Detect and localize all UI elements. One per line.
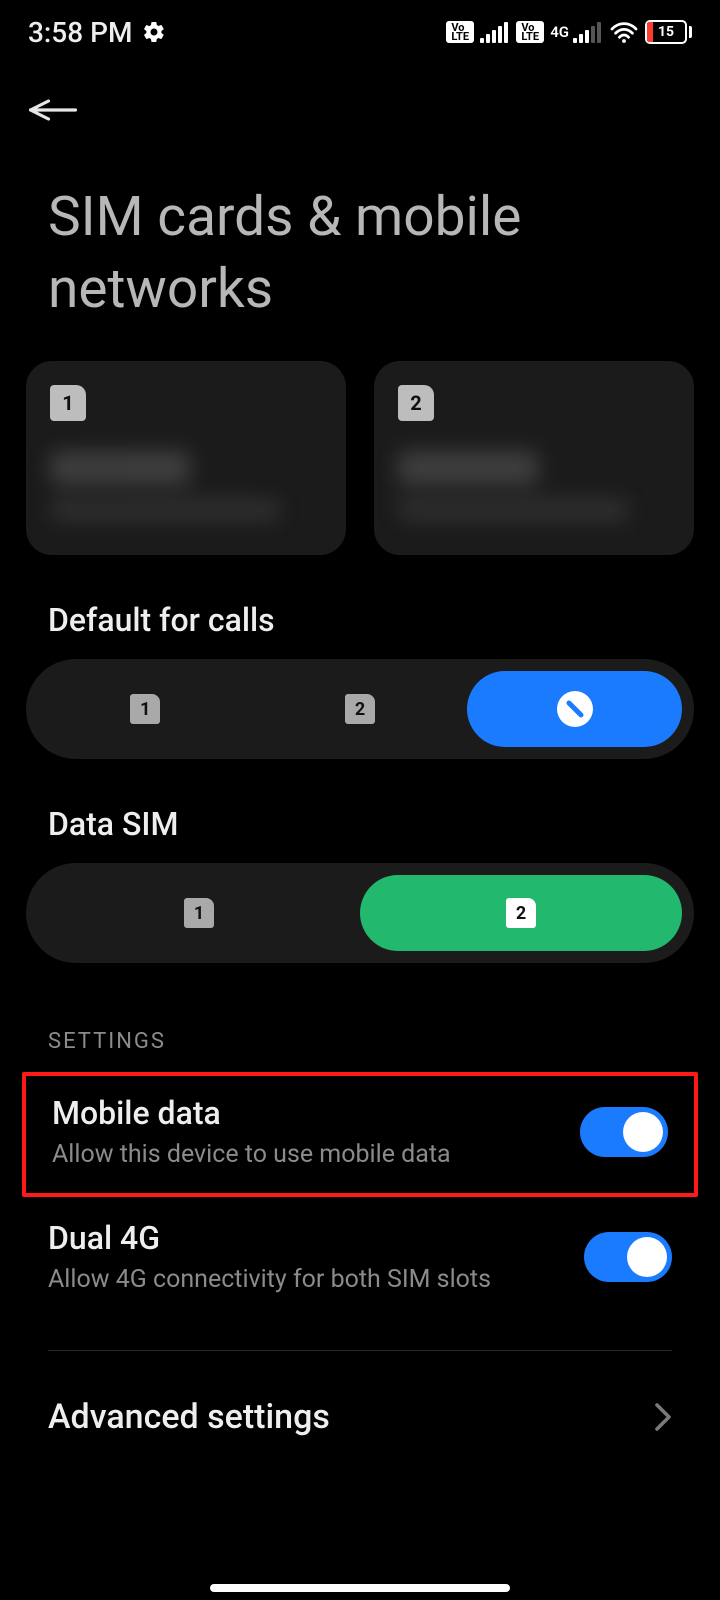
data-sim-selector: 1 2	[26, 863, 694, 963]
dual-4g-toggle[interactable]	[584, 1232, 672, 1282]
default-calls-sim2[interactable]: 2	[253, 671, 468, 747]
volte-icon-2: VoLTE	[516, 21, 544, 43]
data-sim-sim2[interactable]: 2	[360, 875, 682, 951]
signal-sim1-icon	[480, 21, 510, 43]
sim-icon: 1	[184, 898, 214, 928]
redacted-area	[26, 445, 346, 555]
setting-title: Dual 4G	[48, 1219, 491, 1257]
status-bar: 3:58 PM VoLTE VoLTE 4G 15	[0, 0, 720, 64]
page-title: SIM cards & mobile networks	[0, 134, 720, 361]
sim-icon: 2	[506, 898, 536, 928]
mobile-data-toggle[interactable]	[580, 1107, 668, 1157]
home-indicator[interactable]	[210, 1584, 510, 1592]
default-calls-selector: 1 2	[26, 659, 694, 759]
sim-icon: 1	[130, 694, 160, 724]
setting-title: Mobile data	[52, 1094, 451, 1132]
sim-card-2[interactable]: 2	[374, 361, 694, 555]
default-calls-label: Default for calls	[0, 555, 720, 659]
advanced-settings-label: Advanced settings	[48, 1397, 330, 1437]
signal-sim2-icon	[573, 21, 603, 43]
battery-percent: 15	[658, 24, 674, 40]
not-allowed-icon	[557, 691, 593, 727]
status-time: 3:58 PM	[28, 16, 132, 49]
default-calls-sim1[interactable]: 1	[38, 671, 253, 747]
setting-subtitle: Allow 4G connectivity for both SIM slots	[48, 1265, 491, 1294]
chevron-right-icon	[654, 1402, 672, 1432]
network-type-label: 4G	[550, 23, 569, 41]
data-sim-sim1[interactable]: 1	[38, 875, 360, 951]
volte-icon: VoLTE	[446, 21, 474, 43]
default-calls-ask[interactable]	[467, 671, 682, 747]
back-button[interactable]	[26, 86, 90, 134]
setting-mobile-data[interactable]: Mobile data Allow this device to use mob…	[26, 1076, 694, 1193]
sim-icon: 1	[50, 385, 86, 421]
advanced-settings-row[interactable]: Advanced settings	[0, 1351, 720, 1437]
battery-icon: 15	[645, 20, 692, 44]
settings-gear-icon	[142, 20, 166, 44]
setting-subtitle: Allow this device to use mobile data	[52, 1140, 451, 1169]
sim-card-1[interactable]: 1	[26, 361, 346, 555]
sim-icon: 2	[398, 385, 434, 421]
wifi-icon	[609, 20, 639, 44]
data-sim-label: Data SIM	[0, 759, 720, 863]
sim-icon: 2	[345, 694, 375, 724]
settings-section-header: SETTINGS	[0, 963, 720, 1072]
annotation-highlight: Mobile data Allow this device to use mob…	[22, 1072, 698, 1197]
setting-dual-4g[interactable]: Dual 4G Allow 4G connectivity for both S…	[0, 1197, 720, 1322]
redacted-area	[374, 445, 694, 555]
